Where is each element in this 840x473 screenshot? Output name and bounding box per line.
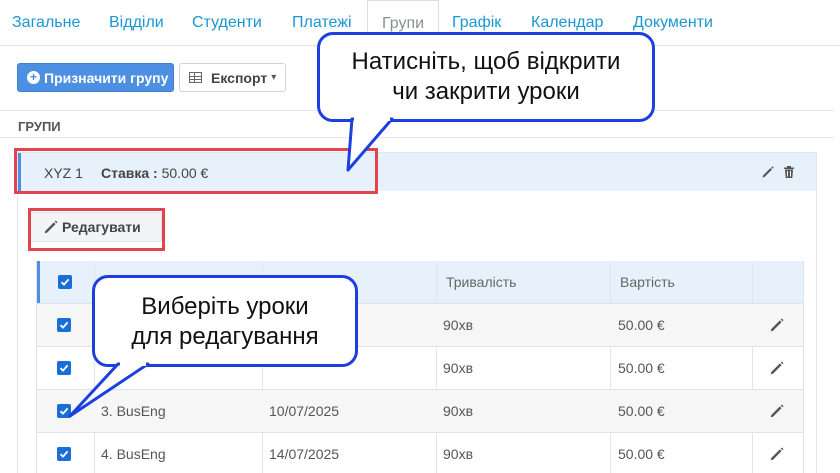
row-date: 14/07/2025 (269, 446, 340, 462)
table-icon (189, 72, 202, 83)
tab-departments[interactable]: Відділи (109, 14, 164, 32)
row-duration: 90хв (443, 446, 474, 462)
row-duration: 90хв (443, 360, 474, 376)
column-header-price[interactable]: Вартість (620, 261, 675, 303)
export-button[interactable]: Експорт ▾ (179, 63, 286, 92)
tab-calendar[interactable]: Календар (531, 14, 603, 32)
check-icon (57, 447, 71, 461)
row-lesson: 4. BusEng (101, 446, 166, 462)
row-edit-button[interactable] (769, 304, 785, 346)
tab-schedule[interactable]: Графік (452, 14, 501, 32)
row-date: 10/07/2025 (269, 403, 340, 419)
row-duration: 90хв (443, 317, 474, 333)
row-price: 50.00 € (618, 446, 665, 462)
row-checkbox[interactable] (57, 347, 71, 389)
callout-select-lessons: Виберіть уроки для редагування (92, 275, 358, 367)
pencil-icon (770, 447, 784, 461)
row-edit-button[interactable] (769, 347, 785, 389)
tab-general[interactable]: Загальне (12, 14, 80, 32)
column-header-duration[interactable]: Тривалість (446, 261, 516, 303)
tab-documents[interactable]: Документи (633, 14, 713, 32)
highlight-group-header (14, 148, 378, 194)
callout-line: Виберіть уроки (141, 293, 309, 320)
check-icon (57, 318, 71, 332)
row-price: 50.00 € (618, 317, 665, 333)
pencil-icon (770, 318, 784, 332)
table-row[interactable]: 3. BusEng 10/07/2025 90хв 50.00 € (37, 389, 803, 432)
row-edit-button[interactable] (769, 433, 785, 473)
table-row[interactable]: 4. BusEng 14/07/2025 90хв 50.00 € (37, 432, 803, 473)
pencil-icon[interactable] (761, 165, 775, 179)
assign-group-label: Призначити групу (44, 69, 169, 86)
assign-group-button[interactable]: + Призначити групу (17, 63, 174, 92)
callout-line: Натисніть, щоб відкрити (351, 48, 621, 75)
callout-line: чи закрити уроки (392, 78, 580, 105)
tab-students[interactable]: Студенти (192, 14, 262, 32)
tab-payments[interactable]: Платежі (292, 14, 352, 32)
check-icon (58, 275, 72, 289)
row-price: 50.00 € (618, 403, 665, 419)
callout-line: для редагування (131, 323, 319, 350)
check-icon (57, 404, 71, 418)
export-label: Експорт (211, 69, 268, 86)
select-all-checkbox[interactable] (58, 261, 72, 303)
row-lesson: 3. BusEng (101, 403, 166, 419)
plus-circle-icon: + (27, 71, 40, 84)
highlight-edit-button (28, 208, 165, 251)
row-duration: 90хв (443, 403, 474, 419)
pencil-icon (770, 404, 784, 418)
check-icon (57, 361, 71, 375)
row-price: 50.00 € (618, 360, 665, 376)
row-checkbox[interactable] (57, 304, 71, 346)
row-checkbox[interactable] (57, 433, 71, 473)
pencil-icon (770, 361, 784, 375)
trash-icon[interactable] (782, 165, 796, 179)
callout-toggle-lessons: Натисніть, щоб відкрити чи закрити уроки (317, 32, 655, 122)
row-edit-button[interactable] (769, 390, 785, 432)
row-checkbox[interactable] (57, 390, 71, 432)
chevron-down-icon: ▾ (271, 72, 277, 83)
